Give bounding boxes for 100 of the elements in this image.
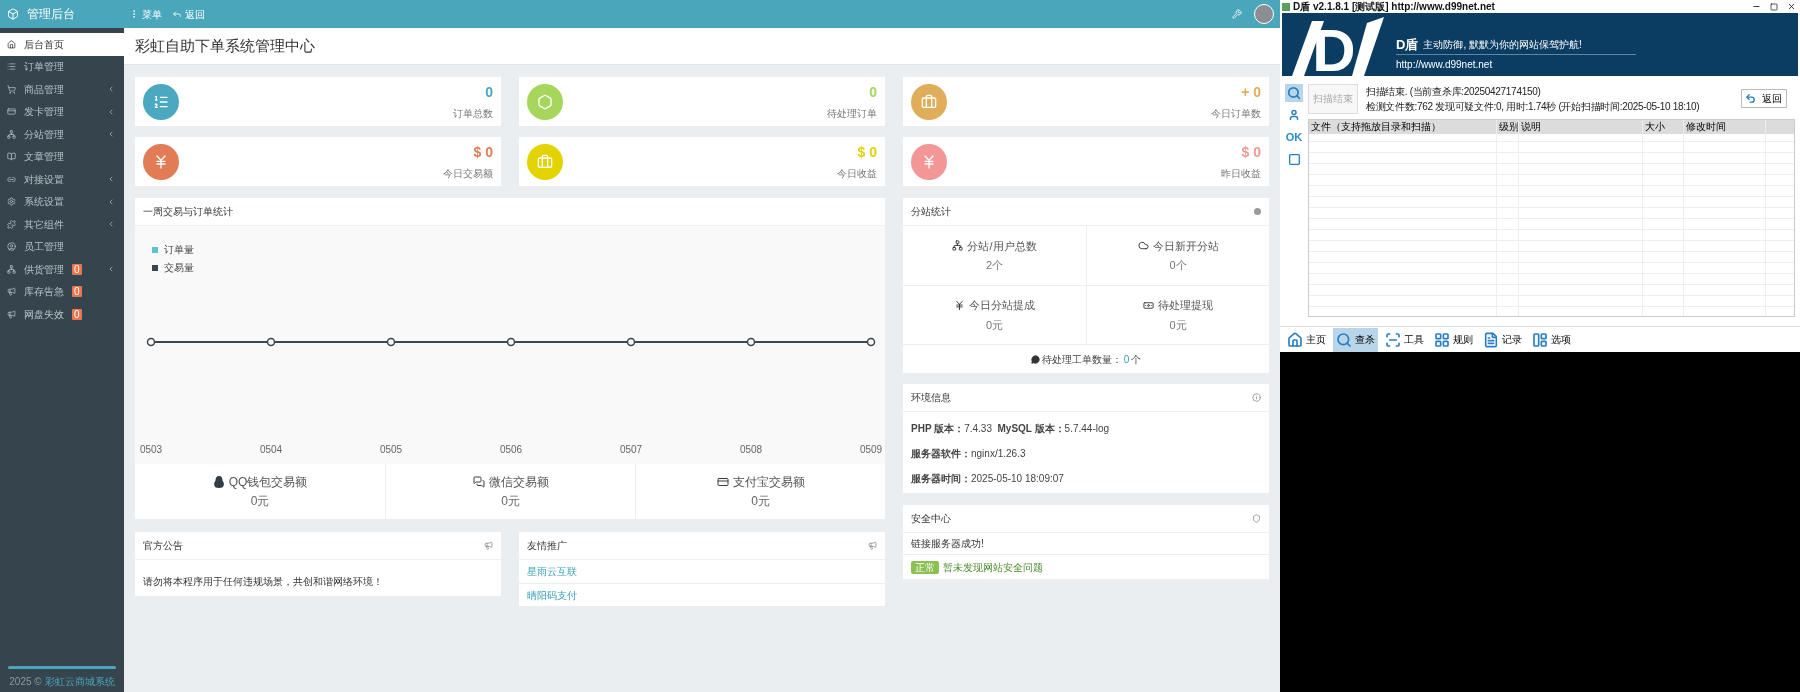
- x-axis-label: 0508: [739, 444, 763, 456]
- document-icon: [1483, 331, 1499, 348]
- x-axis-label: 0504: [259, 444, 283, 456]
- home-icon: [7, 39, 16, 49]
- scan-icon: [1385, 331, 1401, 348]
- megaphone-icon: [484, 541, 493, 550]
- sitemap-icon: [952, 240, 964, 252]
- sidebar-label: 其它组件: [24, 217, 64, 232]
- ticket-count: 0: [1123, 352, 1130, 367]
- toolbar-tab[interactable]: 查杀: [1333, 327, 1378, 352]
- cube-icon: [7, 8, 19, 20]
- avatar[interactable]: [1254, 4, 1274, 24]
- sidebar-item[interactable]: 库存告急 0: [0, 280, 124, 303]
- banknote-icon: [1143, 299, 1154, 311]
- scan-status: 检测文件数:762 发现可疑文件:0, 用时:1.74秒 (开始扫描时间:2025-05-10 18:10): [1366, 100, 1700, 112]
- search-tool[interactable]: [1285, 84, 1303, 102]
- notice-text: 请勿将本程序用于任何违规场景，共创和谐网络环境！: [143, 576, 383, 587]
- stat-value: 0元: [985, 317, 1004, 333]
- hexagon-icon: [537, 93, 553, 110]
- environment-line: 服务器软件：nginx/1.26.3: [911, 447, 1026, 461]
- sidebar-item[interactable]: 文章管理: [0, 145, 124, 168]
- sidebar-label: 供货管理: [24, 262, 64, 277]
- chevron-icon: [107, 175, 115, 184]
- stat-value: 0元: [1169, 317, 1187, 333]
- sidebar-label: 库存告急: [24, 285, 64, 300]
- sidebar-item[interactable]: 分站管理: [0, 123, 124, 146]
- payment-value: 0元: [501, 493, 520, 510]
- link-icon: [7, 174, 16, 184]
- chevron-icon: [107, 85, 115, 94]
- sidebar-label: 商品管理: [24, 82, 64, 97]
- stat-value: $ 0: [857, 143, 877, 162]
- column-header[interactable]: 说明: [1519, 120, 1643, 134]
- sidebar-item[interactable]: 系统设置: [0, 190, 124, 213]
- chevron-icon: [107, 107, 115, 116]
- return-button[interactable]: 返回: [1741, 89, 1787, 108]
- square-icon: [1287, 152, 1301, 166]
- payment-value: 0元: [751, 493, 770, 510]
- sidebar-item[interactable]: 商品管理: [0, 78, 124, 101]
- legend-label: 交易量: [164, 261, 194, 275]
- d-logo: D: [1282, 13, 1384, 76]
- undo-icon: [1745, 93, 1756, 104]
- panel-title: 分站统计: [911, 205, 951, 219]
- legend-label: 订单量: [164, 243, 194, 257]
- shield-icon: [1252, 514, 1261, 523]
- column-header[interactable]: 修改时间: [1684, 120, 1766, 134]
- toolbar-tab[interactable]: 主页: [1284, 327, 1329, 352]
- briefcase-icon: [537, 153, 553, 170]
- sidebar-item[interactable]: 其它组件: [0, 213, 124, 236]
- stat-label: 今日交易额: [443, 167, 493, 181]
- sitemap-icon: [7, 264, 16, 274]
- cart-icon: [7, 84, 16, 94]
- sidebar-item[interactable]: 后台首页: [0, 33, 124, 56]
- page-title: 彩虹自助下单系统管理中心: [135, 35, 315, 56]
- toolbar-tab[interactable]: 选项: [1529, 327, 1574, 352]
- megaphone-icon: [868, 541, 877, 550]
- footer-link[interactable]: 彩虹云商城系统: [44, 674, 115, 689]
- info-icon: [1252, 393, 1261, 402]
- banner-url: http://www.d99net.net: [1396, 58, 1494, 72]
- payment-label: QQ钱包交易额: [228, 474, 308, 491]
- stat-label: 今日订单数: [1211, 107, 1261, 121]
- sidebar-item[interactable]: 网盘失效 0: [0, 303, 124, 326]
- card-icon: [716, 476, 729, 488]
- toolbar-tab[interactable]: 记录: [1480, 327, 1525, 352]
- sidebar-label: 后台首页: [24, 37, 64, 52]
- sidebar-item[interactable]: 供货管理 0: [0, 258, 124, 281]
- settings-icon: [7, 197, 16, 207]
- toolbar-tab[interactable]: 规则: [1431, 327, 1476, 352]
- count-badge: 0: [72, 263, 82, 275]
- ok-tool[interactable]: OK: [1285, 128, 1303, 146]
- card-icon: [7, 107, 16, 117]
- payment-value: 0元: [250, 493, 270, 510]
- yen-icon: [954, 299, 965, 311]
- ticket-unit: 个: [1131, 352, 1142, 367]
- column-header[interactable]: 级别: [1497, 120, 1519, 134]
- sidebar-item[interactable]: 员工管理: [0, 235, 124, 258]
- friend-link[interactable]: 晴阳码支付: [527, 587, 577, 603]
- sidebar-label: 员工管理: [24, 240, 64, 255]
- panel-title: 安全中心: [911, 512, 951, 526]
- sidebar-item[interactable]: 订单管理: [0, 55, 124, 78]
- sidebar-label: 订单管理: [24, 60, 64, 75]
- column-header[interactable]: 文件（支持拖放目录和扫描）: [1309, 120, 1497, 134]
- stat-label: 订单总数: [453, 107, 493, 121]
- panel-title: 一周交易与订单统计: [143, 205, 233, 219]
- friend-link[interactable]: 星雨云互联: [527, 564, 577, 579]
- banner-slogan: 主动防御, 默默为你的网站保驾护航!: [1423, 38, 1582, 52]
- maximize-icon[interactable]: [1770, 2, 1778, 11]
- sidebar-label: 网盘失效: [24, 307, 64, 322]
- toolbar-tab[interactable]: 工具: [1382, 327, 1427, 352]
- sidebar-item[interactable]: 对接设置: [0, 168, 124, 191]
- stat-label: 分站/用户总数: [967, 238, 1037, 254]
- panel-title: 环境信息: [911, 391, 951, 405]
- close-icon[interactable]: [1787, 2, 1796, 11]
- ticket-label: 待处理工单数量：: [1041, 352, 1122, 367]
- megaphone-icon: [7, 287, 16, 297]
- count-badge: 0: [72, 308, 82, 320]
- home-icon: [1287, 331, 1303, 348]
- stat-value: + 0: [1241, 83, 1261, 102]
- person-icon: [1288, 109, 1300, 121]
- sidebar-item[interactable]: 发卡管理: [0, 100, 124, 123]
- column-header[interactable]: 大小: [1643, 120, 1684, 134]
